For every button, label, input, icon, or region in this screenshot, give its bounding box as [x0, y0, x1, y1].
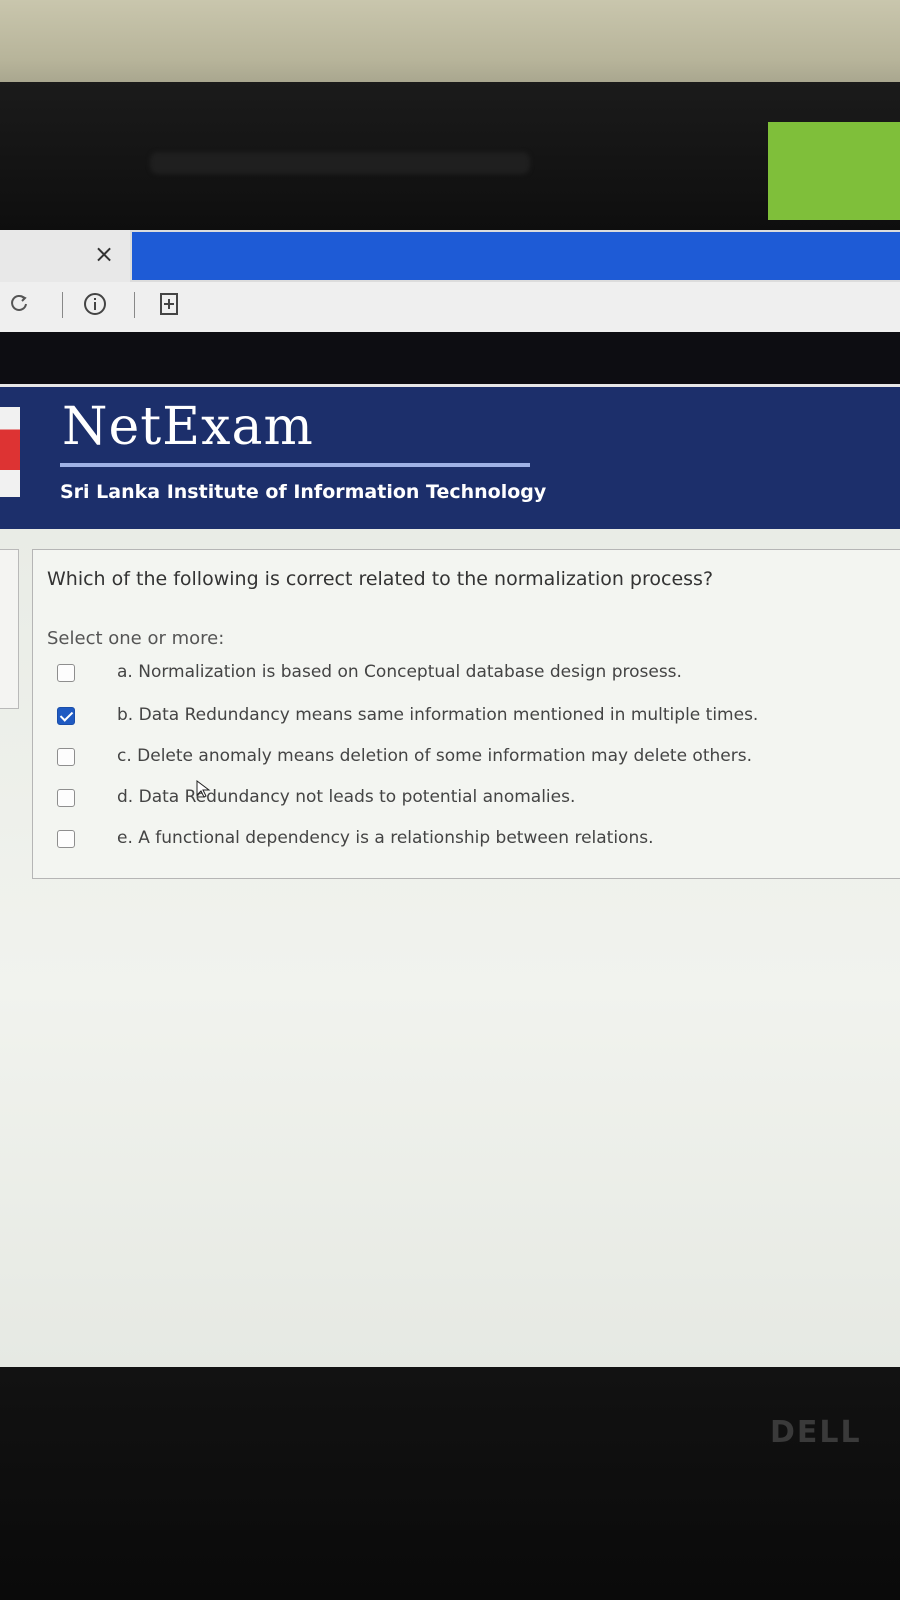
answer-checkbox[interactable]	[57, 830, 75, 848]
answer-label: d. Data Redundancy not leads to potentia…	[117, 787, 576, 807]
answer-label: e. A functional dependency is a relation…	[117, 828, 654, 848]
answer-option-d[interactable]: d. Data Redundancy not leads to potentia…	[55, 783, 895, 817]
select-prompt: Select one or more:	[47, 628, 225, 649]
answer-option-b[interactable]: b. Data Redundancy means same informatio…	[55, 701, 895, 735]
green-sticky-note	[768, 122, 900, 220]
monitor-bottom-bezel: DELL	[0, 1367, 900, 1600]
answer-option-e[interactable]: e. A functional dependency is a relation…	[55, 824, 895, 858]
answer-label: c. Delete anomaly means deletion of some…	[117, 746, 752, 766]
page-content: Which of the following is correct relate…	[0, 529, 900, 1367]
banner-divider	[60, 463, 530, 467]
navigation-panel-edge[interactable]	[0, 549, 19, 709]
question-text: Which of the following is correct relate…	[47, 568, 714, 590]
sliit-logo	[0, 407, 20, 497]
monitor-brand-logo: DELL	[770, 1415, 862, 1450]
toolbar-dark-band	[0, 332, 900, 384]
address-separator	[134, 292, 135, 318]
answer-checkbox[interactable]	[57, 789, 75, 807]
page-add-icon[interactable]	[156, 292, 182, 318]
site-subtitle: Sri Lanka Institute of Information Techn…	[60, 481, 547, 503]
answer-label: a. Normalization is based on Conceptual …	[117, 662, 682, 682]
answer-option-a[interactable]: a. Normalization is based on Conceptual …	[55, 658, 895, 692]
answer-label: b. Data Redundancy means same informatio…	[117, 705, 759, 725]
site-title: NetExam	[62, 397, 314, 457]
mouse-cursor-icon	[196, 780, 211, 798]
info-icon[interactable]	[82, 292, 108, 318]
photo-frame: × NetExam Sri Lanka Institute of Informa…	[0, 0, 900, 1600]
address-separator	[62, 292, 63, 318]
browser-tab-bar-highlight	[132, 232, 900, 280]
blurred-window-bar	[150, 152, 530, 174]
answer-option-c[interactable]: c. Delete anomaly means deletion of some…	[55, 742, 895, 776]
answer-checkbox[interactable]	[57, 664, 75, 682]
site-banner: NetExam Sri Lanka Institute of Informati…	[0, 384, 900, 532]
browser-tab-strip: ×	[0, 230, 900, 282]
close-icon[interactable]: ×	[90, 240, 118, 268]
address-bar	[0, 282, 900, 333]
browser-tab[interactable]: ×	[0, 230, 130, 282]
monitor-top-bezel	[0, 82, 900, 232]
question-box: Which of the following is correct relate…	[32, 549, 900, 879]
answer-checkbox-checked[interactable]	[57, 707, 75, 725]
refresh-icon[interactable]	[6, 292, 32, 318]
answer-checkbox[interactable]	[57, 748, 75, 766]
